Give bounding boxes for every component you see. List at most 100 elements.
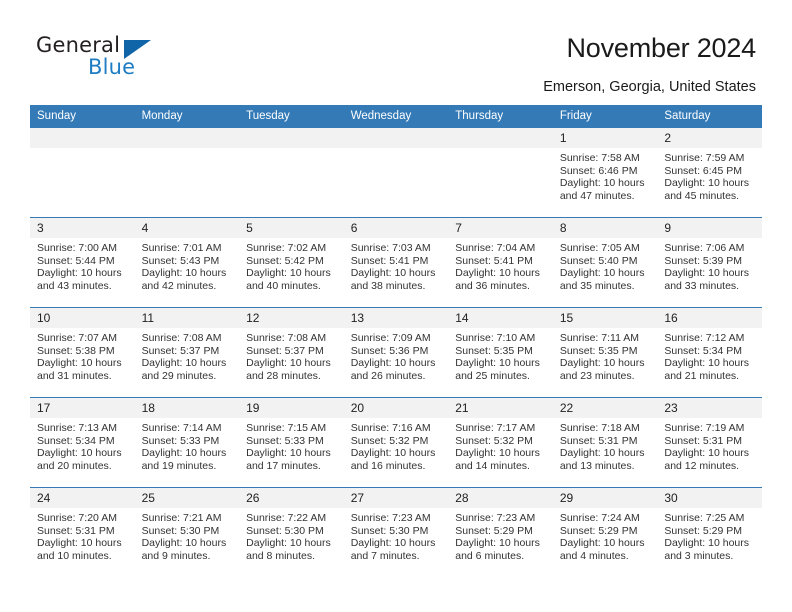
day-sun-info: Sunrise: 7:08 AM Sunset: 5:37 PM Daylight:…	[135, 328, 240, 382]
calendar-day-cell[interactable]: 22 Sunrise: 7:18 AM Sunset: 5:31 PM Dayligh…	[552, 397, 658, 488]
daylight-text: Daylight: 10 hours and 14 minutes.	[455, 447, 540, 472]
calendar-day-cell[interactable]: 29 Sunrise: 7:24 AM Sunset: 5:29 PM Dayligh…	[552, 487, 658, 577]
weekday-header-saturday: Saturday	[657, 105, 762, 128]
daylight-text: Daylight: 10 hours and 45 minutes.	[664, 177, 750, 202]
day-sun-info: Sunrise: 7:03 AM Sunset: 5:41 PM Daylight:…	[344, 238, 449, 292]
calendar-week-row: 10 Sunrise: 7:07 AM Sunset: 5:38 PM Dayligh…	[30, 307, 762, 398]
daylight-text: Daylight: 10 hours and 26 minutes.	[350, 357, 436, 382]
sunset-text: Sunset: 5:43 PM	[141, 254, 220, 267]
calendar-day-cell[interactable]: 16 Sunrise: 7:12 AM Sunset: 5:34 PM Dayligh…	[657, 307, 762, 398]
daylight-text: Daylight: 10 hours and 13 minutes.	[559, 447, 645, 472]
calendar-day-cell[interactable]: 28 Sunrise: 7:23 AM Sunset: 5:29 PM Dayligh…	[448, 487, 553, 577]
sunrise-text: Sunrise: 7:04 AM	[455, 242, 536, 254]
day-sun-info: Sunrise: 7:19 AM Sunset: 5:31 PM Daylight:…	[657, 418, 762, 472]
calendar-body: 1 Sunrise: 7:58 AM Sunset: 6:46 PM Daylight…	[30, 127, 762, 577]
general-blue-logo[interactable]: General Blue	[36, 33, 176, 81]
sunrise-sunset-calendar: Sunday Monday Tuesday Wednesday Thursday…	[30, 105, 762, 577]
calendar-week-row: 3 Sunrise: 7:00 AM Sunset: 5:44 PM Daylight…	[30, 217, 762, 308]
daylight-text: Daylight: 10 hours and 38 minutes.	[350, 267, 436, 292]
calendar-day-cell[interactable]: 10 Sunrise: 7:07 AM Sunset: 5:38 PM Dayligh…	[30, 307, 135, 398]
day-number: 18	[134, 398, 240, 418]
calendar-day-cell[interactable]: 25 Sunrise: 7:21 AM Sunset: 5:30 PM Dayligh…	[134, 487, 240, 577]
page-subtitle-location: Emerson, Georgia, United States	[543, 79, 756, 95]
sunrise-text: Sunrise: 7:01 AM	[141, 242, 222, 254]
page-title: November 2024	[566, 33, 756, 63]
calendar-day-cell[interactable]: 6 Sunrise: 7:03 AM Sunset: 5:41 PM Daylight…	[343, 217, 449, 308]
sunset-text: Sunset: 5:34 PM	[37, 434, 115, 447]
weekday-header-wednesday: Wednesday	[343, 105, 449, 128]
sunset-text: Sunset: 5:34 PM	[664, 344, 743, 357]
day-number: 13	[343, 308, 449, 328]
day-number: 30	[657, 488, 762, 508]
calendar-day-cell[interactable]: 17 Sunrise: 7:13 AM Sunset: 5:34 PM Dayligh…	[30, 397, 135, 488]
daylight-text: Daylight: 10 hours and 43 minutes.	[37, 267, 122, 292]
sunset-text: Sunset: 5:33 PM	[246, 434, 324, 447]
sunset-text: Sunset: 5:35 PM	[455, 344, 533, 357]
day-number: 27	[343, 488, 449, 508]
calendar-day-cell[interactable]: 12 Sunrise: 7:08 AM Sunset: 5:37 PM Dayligh…	[239, 307, 344, 398]
day-number: 21	[448, 398, 553, 418]
calendar-day-cell[interactable]: 24 Sunrise: 7:20 AM Sunset: 5:31 PM Dayligh…	[30, 487, 135, 577]
sunrise-text: Sunrise: 7:15 AM	[246, 422, 327, 434]
calendar-day-cell[interactable]: 1 Sunrise: 7:58 AM Sunset: 6:46 PM Daylight…	[552, 127, 658, 218]
calendar-day-cell[interactable]: 7 Sunrise: 7:04 AM Sunset: 5:41 PM Daylight…	[448, 217, 553, 308]
calendar-day-cell[interactable]: 23 Sunrise: 7:19 AM Sunset: 5:31 PM Dayligh…	[657, 397, 762, 488]
sunrise-text: Sunrise: 7:58 AM	[559, 152, 640, 164]
day-number: 9	[657, 218, 762, 238]
calendar-day-cell[interactable]: 30 Sunrise: 7:25 AM Sunset: 5:29 PM Dayligh…	[657, 487, 762, 577]
calendar-day-cell[interactable]: 8 Sunrise: 7:05 AM Sunset: 5:40 PM Daylight…	[552, 217, 658, 308]
day-sun-info: Sunrise: 7:59 AM Sunset: 6:45 PM Daylight:…	[657, 148, 762, 202]
day-number	[134, 128, 240, 148]
sunrise-text: Sunrise: 7:09 AM	[350, 332, 431, 344]
day-number: 23	[657, 398, 762, 418]
calendar-day-cell[interactable]: 4 Sunrise: 7:01 AM Sunset: 5:43 PM Daylight…	[134, 217, 240, 308]
sunrise-text: Sunrise: 7:23 AM	[455, 512, 536, 524]
day-number: 15	[552, 308, 658, 328]
calendar-header-row: Sunday Monday Tuesday Wednesday Thursday…	[30, 105, 762, 128]
day-sun-info: Sunrise: 7:23 AM Sunset: 5:29 PM Daylight:…	[448, 508, 553, 562]
day-number: 29	[552, 488, 658, 508]
sunset-text: Sunset: 5:33 PM	[141, 434, 220, 447]
day-number: 14	[448, 308, 553, 328]
day-sun-info: Sunrise: 7:16 AM Sunset: 5:32 PM Daylight:…	[344, 418, 449, 472]
daylight-text: Daylight: 10 hours and 8 minutes.	[246, 537, 331, 562]
calendar-day-cell[interactable]: 15 Sunrise: 7:11 AM Sunset: 5:35 PM Dayligh…	[552, 307, 658, 398]
calendar-day-cell[interactable]: 3 Sunrise: 7:00 AM Sunset: 5:44 PM Daylight…	[30, 217, 135, 308]
calendar-day-cell[interactable]: 13 Sunrise: 7:09 AM Sunset: 5:36 PM Dayligh…	[343, 307, 449, 398]
sunset-text: Sunset: 5:30 PM	[350, 524, 429, 537]
calendar-day-cell[interactable]: 2 Sunrise: 7:59 AM Sunset: 6:45 PM Daylight…	[657, 127, 762, 218]
calendar-day-cell[interactable]: 14 Sunrise: 7:10 AM Sunset: 5:35 PM Dayligh…	[448, 307, 553, 398]
calendar-day-cell[interactable]: 26 Sunrise: 7:22 AM Sunset: 5:30 PM Dayligh…	[239, 487, 344, 577]
sunset-text: Sunset: 5:37 PM	[141, 344, 220, 357]
day-number: 11	[134, 308, 240, 328]
calendar-day-cell[interactable]: 5 Sunrise: 7:02 AM Sunset: 5:42 PM Daylight…	[239, 217, 344, 308]
calendar-day-cell[interactable]: 20 Sunrise: 7:16 AM Sunset: 5:32 PM Dayligh…	[343, 397, 449, 488]
daylight-text: Daylight: 10 hours and 23 minutes.	[559, 357, 645, 382]
daylight-text: Daylight: 10 hours and 16 minutes.	[350, 447, 436, 472]
daylight-text: Daylight: 10 hours and 9 minutes.	[141, 537, 227, 562]
day-number	[30, 128, 135, 148]
sunset-text: Sunset: 6:45 PM	[664, 164, 743, 177]
daylight-text: Daylight: 10 hours and 29 minutes.	[141, 357, 227, 382]
calendar-day-cell[interactable]: 9 Sunrise: 7:06 AM Sunset: 5:39 PM Daylight…	[657, 217, 762, 308]
weekday-header-tuesday: Tuesday	[239, 105, 344, 128]
calendar-day-cell-empty	[343, 127, 449, 218]
sunset-text: Sunset: 5:30 PM	[141, 524, 220, 537]
day-number: 2	[657, 128, 762, 148]
sunrise-text: Sunrise: 7:59 AM	[664, 152, 745, 164]
logo-text-blue: Blue	[88, 55, 136, 79]
day-sun-info: Sunrise: 7:00 AM Sunset: 5:44 PM Daylight:…	[30, 238, 135, 292]
calendar-day-cell[interactable]: 11 Sunrise: 7:08 AM Sunset: 5:37 PM Dayligh…	[134, 307, 240, 398]
day-sun-info: Sunrise: 7:11 AM Sunset: 5:35 PM Daylight:…	[553, 328, 658, 382]
daylight-text: Daylight: 10 hours and 10 minutes.	[37, 537, 122, 562]
day-number: 17	[30, 398, 135, 418]
calendar-day-cell[interactable]: 21 Sunrise: 7:17 AM Sunset: 5:32 PM Dayligh…	[448, 397, 553, 488]
daylight-text: Daylight: 10 hours and 7 minutes.	[350, 537, 436, 562]
daylight-text: Daylight: 10 hours and 3 minutes.	[664, 537, 750, 562]
weekday-header-thursday: Thursday	[448, 105, 553, 128]
calendar-day-cell[interactable]: 27 Sunrise: 7:23 AM Sunset: 5:30 PM Dayligh…	[343, 487, 449, 577]
sunset-text: Sunset: 5:41 PM	[455, 254, 533, 267]
calendar-day-cell[interactable]: 19 Sunrise: 7:15 AM Sunset: 5:33 PM Dayligh…	[239, 397, 344, 488]
calendar-day-cell[interactable]: 18 Sunrise: 7:14 AM Sunset: 5:33 PM Dayligh…	[134, 397, 240, 488]
sunset-text: Sunset: 5:31 PM	[37, 524, 115, 537]
